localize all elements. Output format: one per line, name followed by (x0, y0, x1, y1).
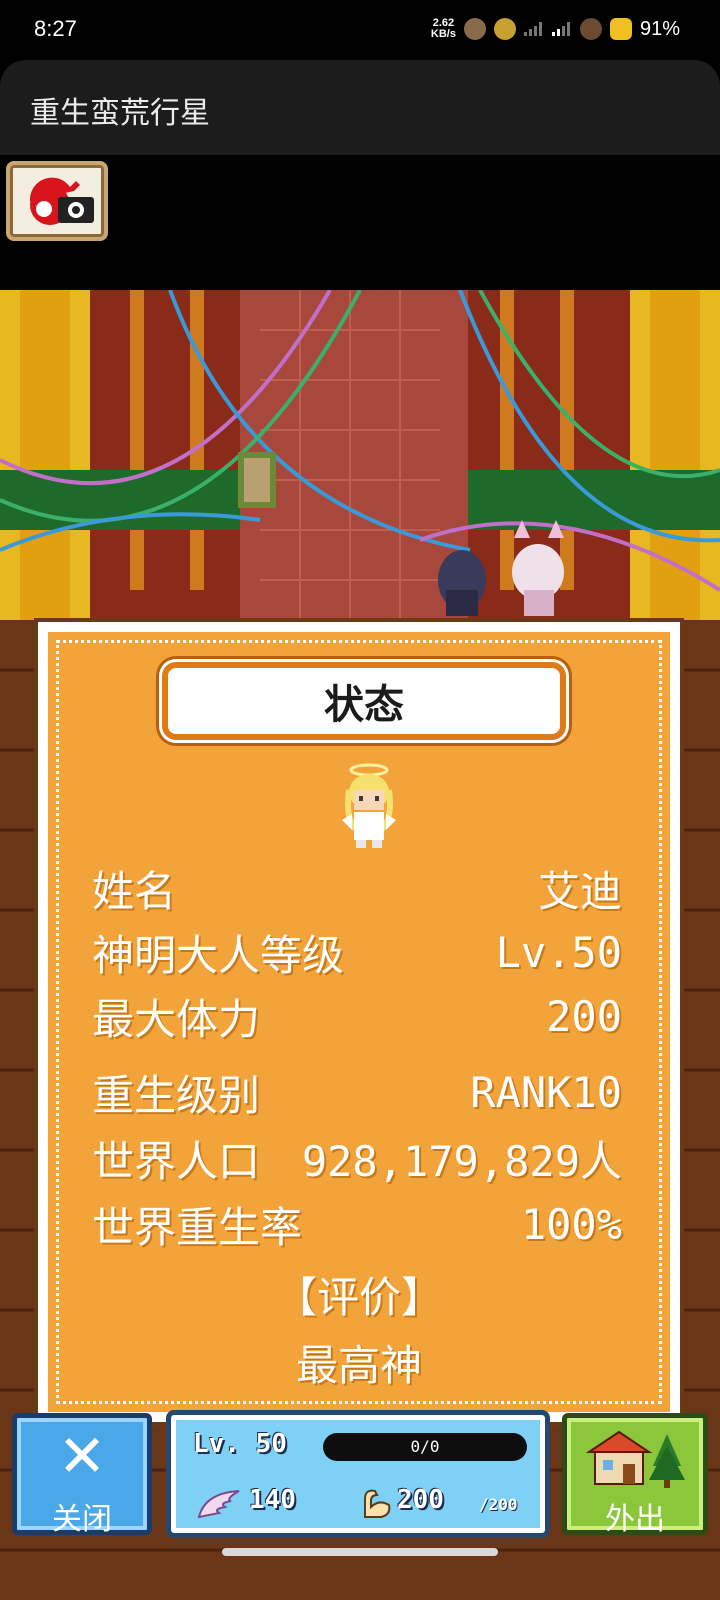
notification-icon (493, 18, 516, 40)
stat-label: 姓名 (92, 866, 177, 916)
net-speed: 2.62 KB/s (431, 18, 456, 40)
screenshot-button[interactable] (6, 161, 108, 241)
stat-value: 928,179,829人 (301, 1136, 622, 1186)
xp-text: 0/0 (410, 1437, 440, 1456)
stat-row-world-population: 世界人口 928,179,829人 (92, 1130, 622, 1186)
stat-row-rebirth-rate: 世界重生率 100% (92, 1196, 622, 1252)
close-button[interactable]: ✕ 关闭 (12, 1413, 152, 1537)
stat-row-name: 姓名 艾迪 (92, 860, 622, 916)
god-avatar-icon (342, 763, 396, 848)
stat-row-rebirth-rank: 重生级别 RANK10 (92, 1064, 622, 1120)
stat-row-max-stamina: 最大体力 200 (92, 988, 622, 1044)
stat-value: 200 (546, 991, 622, 1041)
player-status-box: Lv. 50 0/0 140 200 /200 (166, 1410, 550, 1538)
player-level: Lv. 50 (193, 1429, 287, 1459)
rating-heading: 【评价】 (274, 1273, 443, 1322)
close-button-label: 关闭 (52, 1502, 112, 1537)
app-title: 重生蛮荒行星 (30, 96, 210, 131)
panel-title-box: 状态 (162, 662, 566, 740)
toolbar (0, 155, 720, 290)
stamina-max: /200 (479, 1495, 518, 1514)
game-scene[interactable]: 状态 姓名 艾迪 神明大人等级 Lv.50 最大体力 200 重生级别 RANK… (0, 290, 720, 1600)
close-icon: ✕ (57, 1422, 107, 1490)
stat-label: 世界人口 (92, 1136, 261, 1186)
battery-level: 91% (639, 17, 680, 40)
status-bar: 8:27 2.62 KB/s 91% (0, 0, 720, 60)
notification-icon (463, 18, 486, 40)
stat-value: Lv.50 (495, 927, 622, 977)
house-icon (585, 1430, 685, 1488)
stamina-value: 200 (397, 1485, 444, 1515)
stat-value: 艾迪 (537, 866, 622, 916)
signal-icon (523, 22, 544, 36)
stat-value: RANK10 (470, 1067, 622, 1117)
status-icons: 2.62 KB/s 91% (431, 14, 680, 44)
xp-bar: 0/0 (323, 1433, 527, 1461)
muscle-arm-icon (364, 1489, 391, 1518)
battery-icon (609, 18, 632, 40)
net-speed-unit: KB/s (430, 28, 456, 40)
stat-row-god-level: 神明大人等级 Lv.50 (92, 924, 622, 980)
camera-icon (29, 177, 94, 225)
home-indicator[interactable] (222, 1548, 498, 1556)
stat-label: 神明大人等级 (92, 930, 345, 980)
panel-title: 状态 (324, 682, 404, 728)
signal-icon (551, 22, 572, 36)
wifi-icon (579, 18, 602, 40)
wing-icon (197, 1490, 240, 1519)
stat-label: 重生级别 (92, 1070, 261, 1120)
stat-label: 最大体力 (92, 994, 261, 1044)
rating-value: 最高神 (295, 1341, 422, 1390)
app-header: 重生蛮荒行星 (0, 60, 720, 155)
outing-button-label: 外出 (605, 1502, 665, 1537)
power-value: 140 (249, 1485, 296, 1515)
outing-button[interactable]: 外出 (562, 1413, 708, 1537)
clock: 8:27 (34, 16, 77, 41)
stat-value: 100% (520, 1199, 622, 1249)
status-panel: 状态 姓名 艾迪 神明大人等级 Lv.50 最大体力 200 重生级别 RANK… (38, 622, 680, 1422)
stat-label: 世界重生率 (92, 1202, 303, 1252)
